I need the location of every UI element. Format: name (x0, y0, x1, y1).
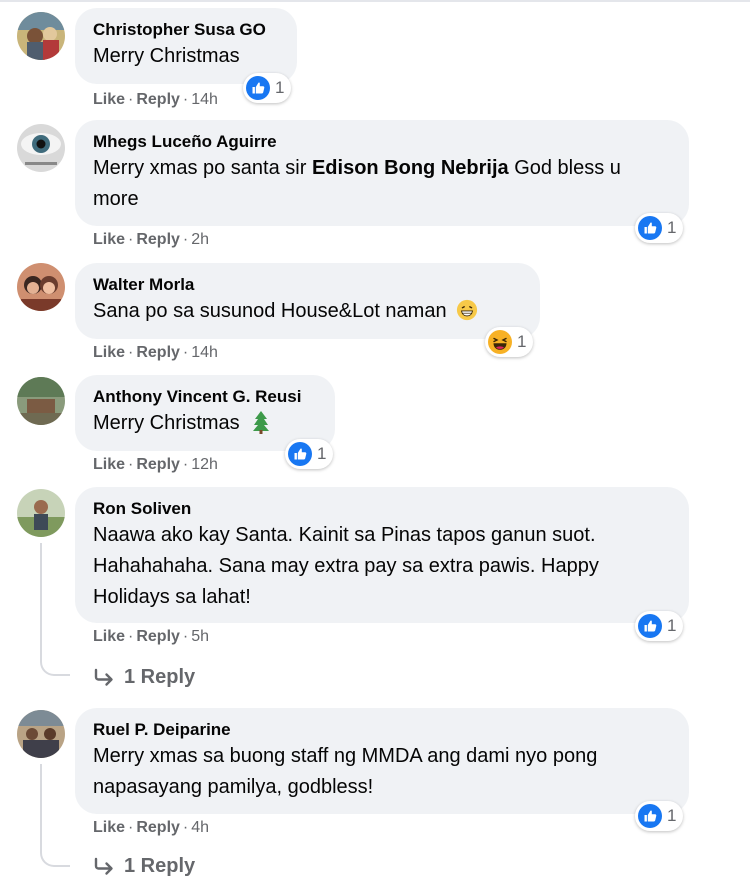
reply-link[interactable]: Reply (136, 344, 180, 361)
comment-text: Sana po sa susunod House&Lot naman (93, 296, 522, 327)
comment-actions: Like · Reply · 12h (93, 456, 218, 473)
reaction-count: 1 (667, 806, 677, 825)
comment-timestamp[interactable]: 14h (191, 91, 218, 108)
like-icon (246, 76, 270, 100)
avatar[interactable] (17, 124, 65, 172)
comment-text: Merry xmas po santa sir Edison Bong Nebr… (93, 157, 621, 210)
reply-link[interactable]: Reply (136, 819, 180, 836)
avatar[interactable] (17, 377, 65, 425)
comment-actions: Like · Reply · 14h (93, 91, 218, 108)
reaction-count: 1 (667, 218, 677, 237)
reaction-count: 1 (317, 444, 327, 463)
comment-author[interactable]: Ruel P. Deiparine (93, 719, 671, 741)
comment-actions: Like · Reply · 5h (93, 628, 210, 645)
avatar[interactable] (17, 710, 65, 758)
like-link[interactable]: Like (93, 231, 125, 248)
comment-author[interactable]: Ron Soliven (93, 498, 671, 520)
comment-text: Merry xmas sa buong staff ng MMDA ang da… (93, 745, 598, 798)
comment-bubble: Walter Morla Sana po sa susunod House&Lo… (75, 263, 540, 339)
like-link[interactable]: Like (93, 456, 125, 473)
like-link[interactable]: Like (93, 628, 125, 645)
christmas-tree-emoji (253, 411, 270, 434)
reaction-summary[interactable]: 1 (243, 73, 292, 103)
comment-author[interactable]: Anthony Vincent G. Reusi (93, 386, 317, 408)
haha-icon (488, 330, 512, 354)
comment-bubble: Ruel P. Deiparine Merry xmas sa buong st… (75, 708, 689, 814)
reaction-summary[interactable]: 1 (635, 611, 684, 641)
reaction-count: 1 (667, 616, 677, 635)
comment-timestamp[interactable]: 5h (191, 628, 209, 645)
comment-timestamp[interactable]: 14h (191, 344, 218, 361)
like-icon (638, 216, 662, 240)
replies-count-label: 1 Reply (124, 855, 196, 877)
comment-bubble: Ron Soliven Naawa ako kay Santa. Kainit … (75, 487, 689, 623)
reaction-summary[interactable]: 1 (285, 439, 334, 469)
comment-author[interactable]: Walter Morla (93, 274, 522, 296)
comment-timestamp[interactable]: 4h (191, 819, 209, 836)
reply-link[interactable]: Reply (136, 91, 180, 108)
avatar[interactable] (17, 12, 65, 60)
replies-count-label: 1 Reply (124, 666, 196, 688)
comment-bubble: Mhegs Luceño Aguirre Merry xmas po santa… (75, 120, 689, 226)
reaction-count: 1 (517, 332, 527, 351)
reply-link[interactable]: Reply (136, 231, 180, 248)
like-link[interactable]: Like (93, 344, 125, 361)
reply-link[interactable]: Reply (136, 456, 180, 473)
thread-connector (40, 847, 70, 867)
reply-arrow-icon (93, 668, 115, 688)
top-divider (0, 0, 750, 2)
avatar[interactable] (17, 489, 65, 537)
reaction-summary[interactable]: 1 (485, 327, 534, 357)
grinning-face-emoji (457, 299, 478, 321)
like-icon (638, 804, 662, 828)
comment-text: Naawa ako kay Santa. Kainit sa Pinas tap… (93, 524, 599, 608)
like-link[interactable]: Like (93, 91, 125, 108)
mention-link[interactable]: Edison Bong Nebrija (312, 157, 509, 179)
reply-arrow-icon (93, 857, 115, 877)
comment-author[interactable]: Christopher Susa GO (93, 19, 279, 41)
reply-link[interactable]: Reply (136, 628, 180, 645)
thread-line (40, 764, 42, 847)
thread-line (40, 543, 42, 656)
like-icon (638, 614, 662, 638)
comment-author[interactable]: Mhegs Luceño Aguirre (93, 131, 671, 153)
reaction-summary[interactable]: 1 (635, 801, 684, 831)
thread-connector (40, 656, 70, 676)
comment-actions: Like · Reply · 14h (93, 344, 218, 361)
reaction-count: 1 (275, 78, 285, 97)
comment-text: Merry Christmas (93, 408, 317, 439)
reaction-summary[interactable]: 1 (635, 213, 684, 243)
like-icon (288, 442, 312, 466)
comment-actions: Like · Reply · 2h (93, 231, 210, 248)
view-replies-link[interactable]: 1 Reply (93, 855, 195, 878)
comment-timestamp[interactable]: 2h (191, 231, 209, 248)
view-replies-link[interactable]: 1 Reply (93, 666, 195, 689)
comment-timestamp[interactable]: 12h (191, 456, 218, 473)
comment-actions: Like · Reply · 4h (93, 819, 210, 836)
comment-text: Merry Christmas (93, 45, 240, 67)
avatar[interactable] (17, 263, 65, 311)
like-link[interactable]: Like (93, 819, 125, 836)
